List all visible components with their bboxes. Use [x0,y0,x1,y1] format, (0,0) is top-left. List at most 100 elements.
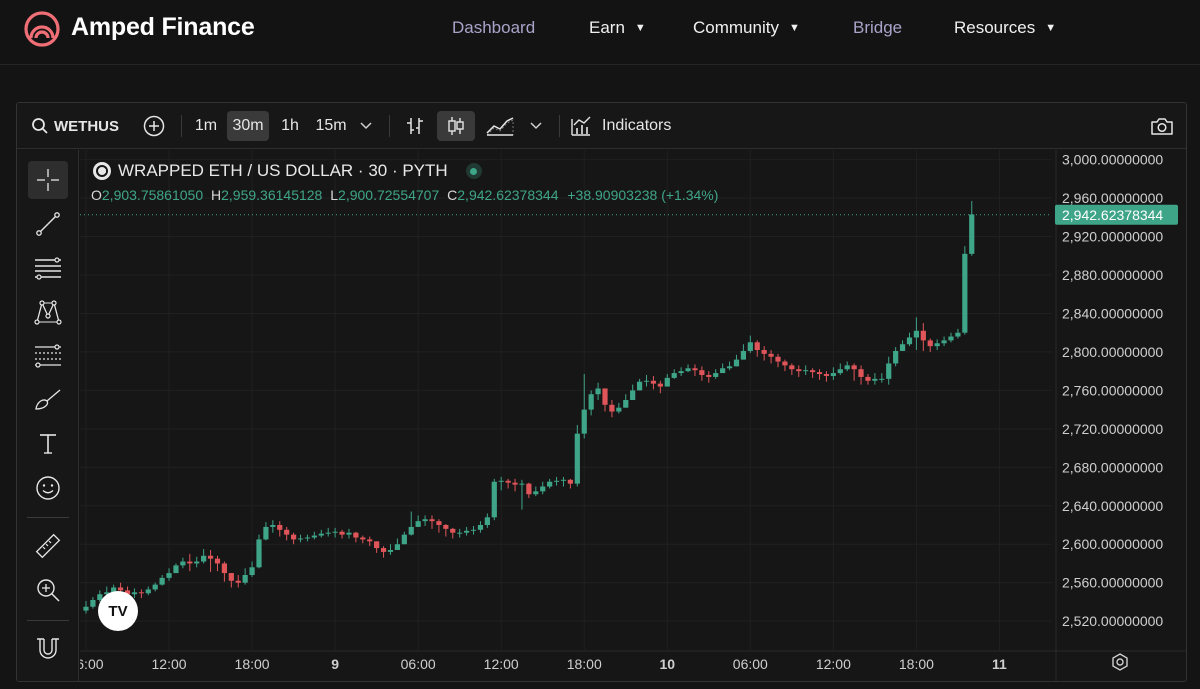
candle-body [920,330,926,341]
symbol-search[interactable]: WETHUS [29,111,125,141]
candle-body [692,368,698,371]
brand-name[interactable]: Amped Finance [71,13,255,42]
market-status-indicator[interactable] [465,163,482,179]
interval-15m[interactable]: 15m [311,111,351,141]
candle-body [484,517,490,525]
candle-body [851,365,857,370]
nav-community[interactable]: Community ▼ [693,18,800,38]
plus-circle-icon [143,115,165,137]
crosshair-tool[interactable] [28,161,68,199]
magnet-tool[interactable] [28,630,68,668]
interval-1m[interactable]: 1m [191,111,221,141]
chart-settings-icon[interactable] [1112,653,1128,671]
candle-body [166,573,172,578]
price-axis: 3,000.00000000 2,960.00000000 2,920.000000… [1055,150,1163,681]
candle-body [519,483,525,485]
time-tick-label: 06:00 [401,656,436,672]
candle-body [588,394,594,410]
candle-body [332,531,338,533]
nav-earn[interactable]: Earn ▼ [589,18,646,38]
series-title: WRAPPED ETH / US DOLLAR · 30 · PYTH [118,161,448,180]
measure-tool[interactable] [28,527,68,565]
amped-logo-icon[interactable] [24,11,60,47]
nav-bridge[interactable]: Bridge [853,18,902,38]
candle-body [650,380,657,384]
price-tick-label: 2,600.00000000 [1062,536,1163,552]
candle-body [810,370,816,373]
indicators-button[interactable]: Indicators [569,111,681,141]
candle-body [436,521,442,525]
candle-body [803,370,809,372]
candle-body [865,376,871,381]
candle-body [782,361,788,366]
text-tool[interactable] [28,425,68,463]
tradingview-logo-icon[interactable]: TV [98,591,138,631]
candle-body [457,532,463,534]
candle-body [380,548,387,552]
candle-body [816,372,823,375]
time-tick-label: 11 [992,656,1007,672]
candle-body [540,486,546,492]
candle-body [671,373,677,378]
candle-body [235,580,241,583]
bar-chart-type-button[interactable] [399,111,431,141]
time-tick-label: 06:00 [733,656,768,672]
area-chart-type-button[interactable] [483,111,517,141]
time-tick-label: 18:00 [567,656,602,672]
area-chart-icon [486,117,514,136]
emoji-tool[interactable] [28,469,68,507]
candle-body [422,519,428,522]
zoom-in-tool[interactable] [28,571,68,609]
pattern-tool[interactable] [28,293,68,331]
low-value: 2,900.72554707 [338,187,440,203]
horizontal-lines-tool[interactable] [28,249,68,287]
candle-body [858,369,864,377]
zoom-in-icon [37,579,60,602]
candle-body [526,483,532,495]
time-tick-label: 12:00 [152,656,187,672]
candle-body [346,532,352,535]
brush-icon [35,389,61,410]
candle-body [408,526,414,535]
candle-body [152,584,158,590]
candle-body [491,481,497,518]
compare-symbol-button[interactable] [139,111,169,141]
close-value: 2,942.62378344 [457,187,559,203]
candles-chart-type-button[interactable] [437,111,475,141]
ohlc-bars-icon [407,118,423,134]
candle-body [637,381,643,391]
brush-tool[interactable] [28,381,68,419]
chart-type-dropdown[interactable] [525,111,547,141]
price-tick-label: 2,720.00000000 [1062,421,1163,437]
price-chart[interactable]: 3,000.00000000 2,960.00000000 2,920.000000… [80,150,1186,682]
screenshot-button[interactable] [1147,111,1177,141]
candle-body [304,537,311,539]
status-dot-icon [470,167,478,175]
nav-dashboard[interactable]: Dashboard [452,18,535,38]
forecasting-tool[interactable] [28,337,68,375]
nav-resources[interactable]: Resources ▼ [954,18,1056,38]
close-label: C [447,187,458,203]
interval-1h[interactable]: 1h [275,111,305,141]
candle-body [823,374,830,376]
price-tick-label: 2,880.00000000 [1062,267,1163,283]
chevron-down-icon: ▼ [1045,22,1057,34]
candle-body [706,375,712,377]
divider [389,115,390,137]
trend-line-tool[interactable] [28,205,68,243]
candle-body [893,350,899,364]
candle-body [630,390,636,400]
symbol-label: WETHUS [54,117,119,135]
candle-body [616,407,622,412]
pattern-icon [34,300,62,325]
price-tick-label: 2,560.00000000 [1062,575,1163,591]
candle-body [595,388,601,395]
last-price-label: 2,942.62378344 [1062,207,1163,223]
open-label: O [91,187,102,203]
candle-body [415,521,421,527]
interval-dropdown[interactable] [355,111,377,141]
candle-body [353,532,359,538]
price-tick-label: 2,800.00000000 [1062,344,1163,360]
interval-30m[interactable]: 30m [227,111,269,141]
candle-body [387,550,394,552]
